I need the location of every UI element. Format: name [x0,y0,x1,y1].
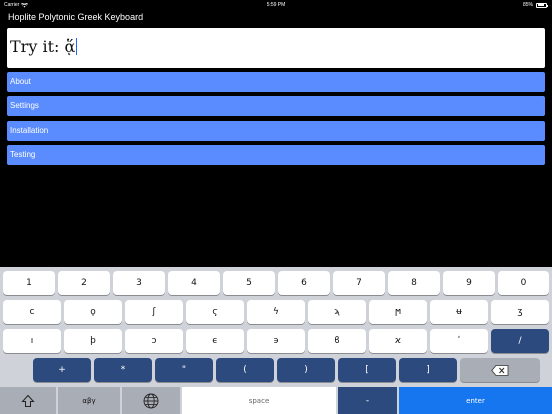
backspace-key[interactable] [460,358,540,382]
key-close-bracket[interactable]: ] [399,358,457,382]
key-koppa-archaic[interactable]: ϟ [247,300,305,324]
app-title: Hoplite Polytonic Greek Keyboard [8,12,144,22]
shift-icon [21,394,35,407]
keyboard: 1 2 3 4 5 6 7 8 9 0 ϲ ϙ ʃ ϛ ϟ ϡ ϻ ʉ ʒ ı … [0,267,552,414]
key-close-paren[interactable]: ) [277,358,335,382]
key-koppa[interactable]: ϙ [64,300,122,324]
key-minus[interactable]: - [338,387,397,414]
key-lunate-epsilon[interactable]: ϵ [186,329,244,353]
globe-icon [143,393,159,408]
try-it-text: Try it: ᾅ [10,37,78,56]
key-dotless-i[interactable]: ı [3,329,61,353]
key-numeral-sign[interactable]: ʹ [430,329,488,353]
key-open-bracket[interactable]: [ [338,358,396,382]
backspace-icon [491,364,509,376]
clock: 5:59 PM [266,2,286,8]
enter-label: enter [466,396,485,405]
key-9[interactable]: 9 [443,271,495,295]
key-esh[interactable]: ʃ [125,300,183,324]
menu-item-installation[interactable]: Installation [7,121,545,141]
key-u-bar[interactable]: ʉ [430,300,488,324]
menu-item-testing[interactable]: Testing [7,145,545,165]
key-san[interactable]: ϻ [369,300,427,324]
battery-group: 85% [522,2,548,8]
key-reversed-epsilon[interactable]: ϶ [247,329,305,353]
mode-switch-key[interactable]: αβγ [58,387,120,414]
key-8[interactable]: 8 [388,271,440,295]
key-slash[interactable]: / [491,329,549,353]
space-label: space [248,396,270,405]
key-sampi[interactable]: ϡ [308,300,366,324]
try-it-value: Try it: ᾅ [10,37,76,56]
key-curled-beta[interactable]: ϐ [308,329,366,353]
try-it-text-field[interactable]: Try it: ᾅ [7,28,545,68]
key-sho[interactable]: ϸ [64,329,122,353]
key-ezh[interactable]: ʒ [491,300,549,324]
key-6[interactable]: 6 [278,271,330,295]
battery-percent: 85% [522,2,533,8]
key-kappa-symbol[interactable]: ϰ [369,329,427,353]
key-2[interactable]: 2 [58,271,110,295]
menu-item-settings[interactable]: Settings [7,96,545,116]
globe-key[interactable] [122,387,180,414]
key-open-paren[interactable]: ( [216,358,274,382]
key-3[interactable]: 3 [113,271,165,295]
key-5[interactable]: 5 [223,271,275,295]
enter-key[interactable]: enter [399,387,552,414]
key-lunate-sigma[interactable]: ϲ [3,300,61,324]
text-caret [76,38,78,55]
key-asterisk[interactable]: * [94,358,152,382]
key-7[interactable]: 7 [333,271,385,295]
mode-switch-label: αβγ [82,396,96,405]
status-bar: Carrier 5:59 PM 85% [0,0,552,10]
key-reversed-c[interactable]: ͻ [125,329,183,353]
battery-icon [536,2,548,8]
key-4[interactable]: 4 [168,271,220,295]
space-key[interactable]: space [182,387,336,414]
key-quote[interactable]: " [155,358,213,382]
shift-key[interactable] [0,387,56,414]
key-plus[interactable]: + [33,358,91,382]
key-1[interactable]: 1 [3,271,55,295]
key-stigma[interactable]: ϛ [186,300,244,324]
menu-item-about[interactable]: About [7,72,545,92]
key-0[interactable]: 0 [498,271,549,295]
